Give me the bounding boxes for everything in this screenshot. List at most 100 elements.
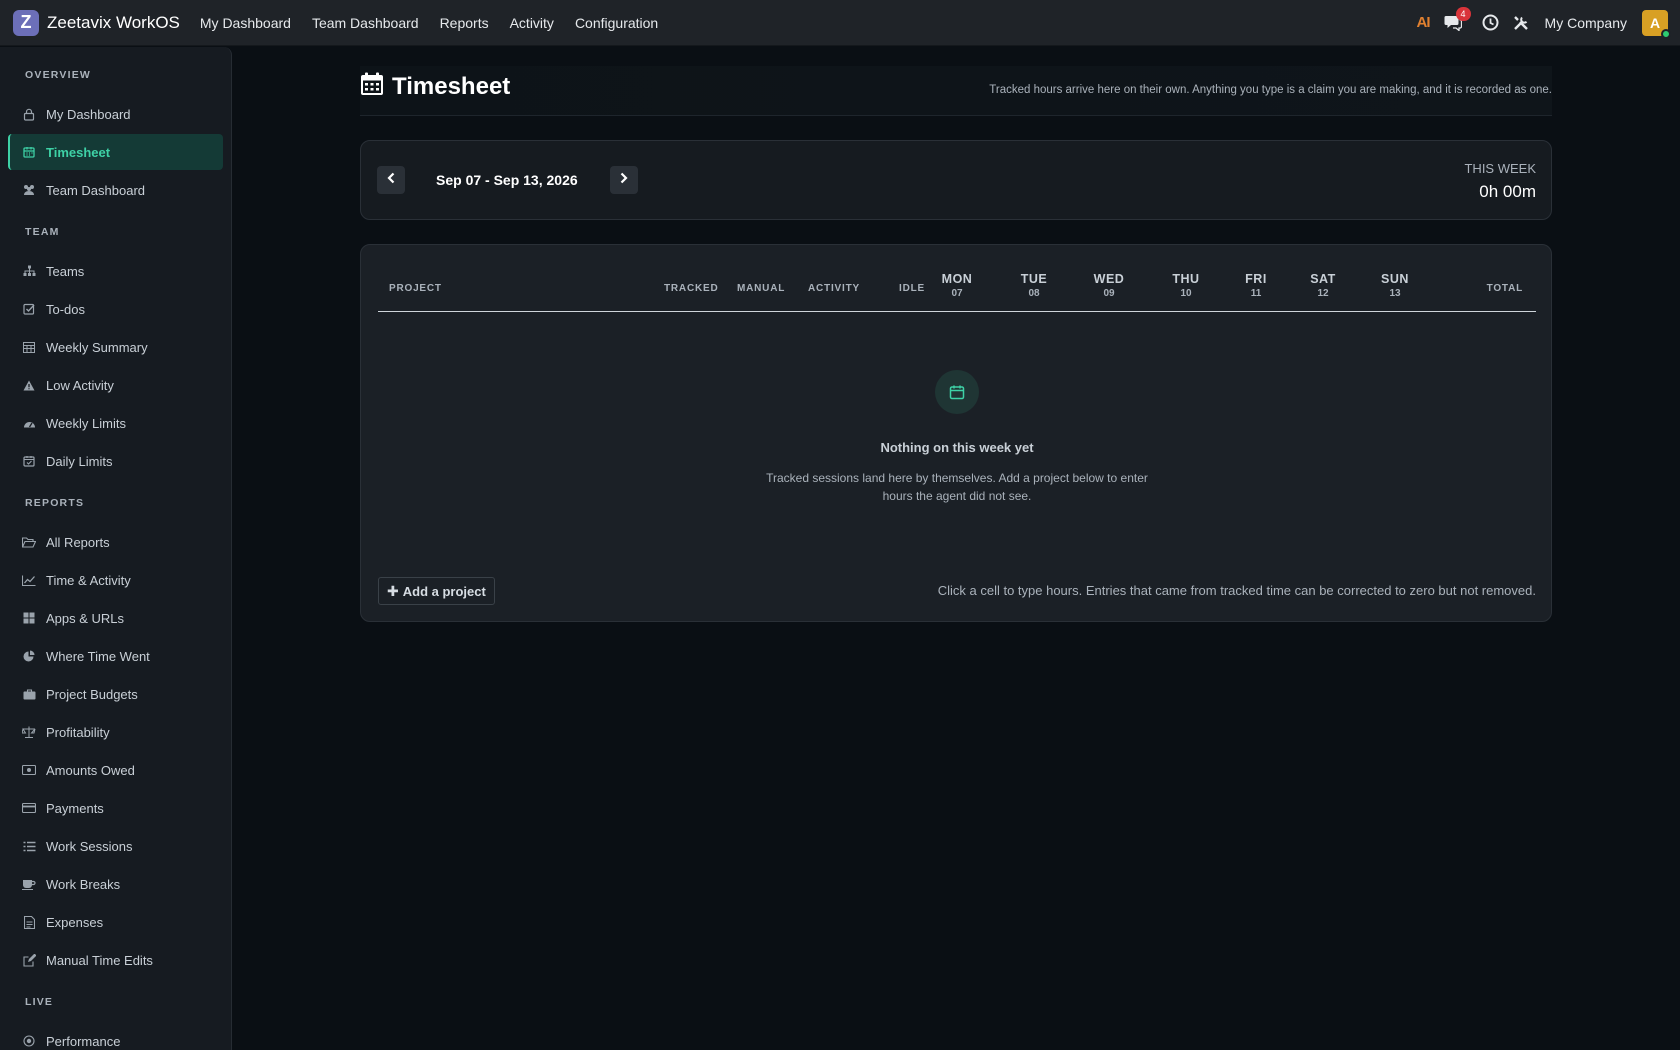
day-name: SAT [1310,272,1336,286]
add-project-button[interactable]: ✚ Add a project [378,577,495,605]
this-week-total: 0h 00m [1479,182,1536,201]
credit-card-icon [22,801,36,815]
sidebar-item-payments[interactable]: Payments [8,790,223,826]
next-week-button[interactable] [610,166,638,194]
sidebar-item-weekly-summary[interactable]: Weekly Summary [8,329,223,365]
column-header-tracked: TRACKED [664,283,719,294]
sidebar-section-overview: OVERVIEW [25,69,92,81]
day-date: 13 [1389,288,1401,299]
nav-reports[interactable]: Reports [440,15,489,31]
ai-assistant-icon[interactable]: AI [1417,14,1431,31]
sidebar-item-time-activity[interactable]: Time & Activity [8,562,223,598]
calendar-icon [360,72,384,101]
sidebar-item-label: To-dos [46,301,86,317]
sidebar-item-where-time-went[interactable]: Where Time Went [8,638,223,674]
line-chart-icon [22,573,36,587]
sidebar-item-label: Time & Activity [46,572,131,588]
checkbox-icon [22,302,36,316]
list-icon [22,839,36,853]
briefcase-icon [22,687,36,701]
sidebar-item-label: Teams [46,263,85,279]
column-header-activity: ACTIVITY [808,283,860,294]
empty-state-title: Nothing on this week yet [880,440,1034,455]
sidebar-item-expenses[interactable]: Expenses [8,904,223,940]
sidebar-item-label: Performance [46,1033,121,1049]
coffee-icon [22,877,36,891]
sidebar-item-project-budgets[interactable]: Project Budgets [8,676,223,712]
day-date: 12 [1317,288,1329,299]
day-name: SUN [1381,272,1409,286]
nav-activity[interactable]: Activity [510,15,554,31]
calendar-icon [22,145,36,159]
column-header-total: TOTAL [1486,283,1523,294]
column-header-day: TUE 08 [1014,272,1054,299]
day-name: WED [1093,272,1125,286]
sitemap-icon [22,264,36,278]
folder-open-icon [22,535,36,549]
day-name: TUE [1020,272,1048,286]
tools-icon[interactable] [1513,15,1529,31]
sidebar-item-label: Work Sessions [46,838,133,854]
day-date: 09 [1103,288,1115,299]
empty-state-text: Tracked sessions land here by themselves… [766,471,1148,503]
column-header-day: FRI 11 [1236,272,1276,299]
nav-team-dashboard[interactable]: Team Dashboard [312,15,419,31]
sidebar-item-teams[interactable]: Teams [8,253,223,289]
column-header-day: SAT 12 [1303,272,1343,299]
avatar[interactable]: A [1642,9,1671,39]
table-icon [22,340,36,354]
nav-configuration[interactable]: Configuration [575,15,658,31]
calendar-check-icon [22,454,36,468]
sidebar-item-label: Where Time Went [46,648,150,664]
column-header-manual: MANUAL [737,283,786,294]
sidebar-item-timesheet[interactable]: Timesheet [8,134,223,170]
edit-icon [22,953,36,967]
column-header-idle: IDLE [899,283,925,294]
avatar-letter: A [1649,14,1661,31]
sidebar-item-team-dashboard[interactable]: Team Dashboard [8,172,223,208]
main-content: Timesheet Tracked hours arrive here on t… [360,66,1552,622]
sidebar-item-my-dashboard[interactable]: My Dashboard [8,96,223,132]
clock-icon[interactable] [1482,14,1499,31]
sidebar-item-work-breaks[interactable]: Work Breaks [8,866,223,902]
header-divider [378,311,1536,312]
sidebar-item-low-activity[interactable]: Low Activity [8,367,223,403]
sidebar-item-manual-time-edits[interactable]: Manual Time Edits [8,942,223,978]
sidebar-item-apps-urls[interactable]: Apps & URLs [8,600,223,636]
company-switcher[interactable]: My Company [1545,15,1627,31]
target-icon [22,1034,36,1048]
add-project-label: Add a project [402,583,486,599]
sidebar-item-performance[interactable]: Performance [8,1023,223,1050]
top-navbar: Z Zeetavix WorkOS My Dashboard Team Dash… [0,0,1680,46]
top-right-tools: AI 4 My Company A [1417,6,1671,39]
day-date: 08 [1028,288,1040,299]
sidebar-item-label: Expenses [46,914,104,930]
page-title-group: Timesheet [360,72,510,101]
nav-my-dashboard[interactable]: My Dashboard [200,15,291,31]
sidebar-item-label: Amounts Owed [46,762,135,778]
sidebar-item-todos[interactable]: To-dos [8,291,223,327]
sidebar-item-all-reports[interactable]: All Reports [8,524,223,560]
empty-calendar-icon [935,370,979,414]
brand-name: Zeetavix WorkOS [47,12,180,32]
sidebar-section-team: TEAM [25,226,60,238]
day-date: 07 [951,288,963,299]
previous-week-button[interactable] [377,166,405,194]
column-header-project: PROJECT [389,283,442,294]
day-date: 10 [1180,288,1192,299]
chat-icon[interactable]: 4 [1444,6,1471,31]
sidebar-item-weekly-limits[interactable]: Weekly Limits [8,405,223,441]
pie-chart-icon [22,649,36,663]
brand-logo: Z [13,9,39,36]
sidebar-item-label: Apps & URLs [46,610,125,626]
sidebar-item-amounts-owed[interactable]: Amounts Owed [8,752,223,788]
page-title: Timesheet [392,72,511,100]
sidebar-item-profitability[interactable]: Profitability [8,714,223,750]
chevron-right-icon [619,171,629,189]
brand[interactable]: Z Zeetavix WorkOS [13,9,180,36]
sidebar-item-label: Manual Time Edits [46,952,153,968]
sidebar-item-daily-limits[interactable]: Daily Limits [8,443,223,479]
sidebar-item-work-sessions[interactable]: Work Sessions [8,828,223,864]
grid-icon [22,611,36,625]
day-name: FRI [1245,272,1267,286]
